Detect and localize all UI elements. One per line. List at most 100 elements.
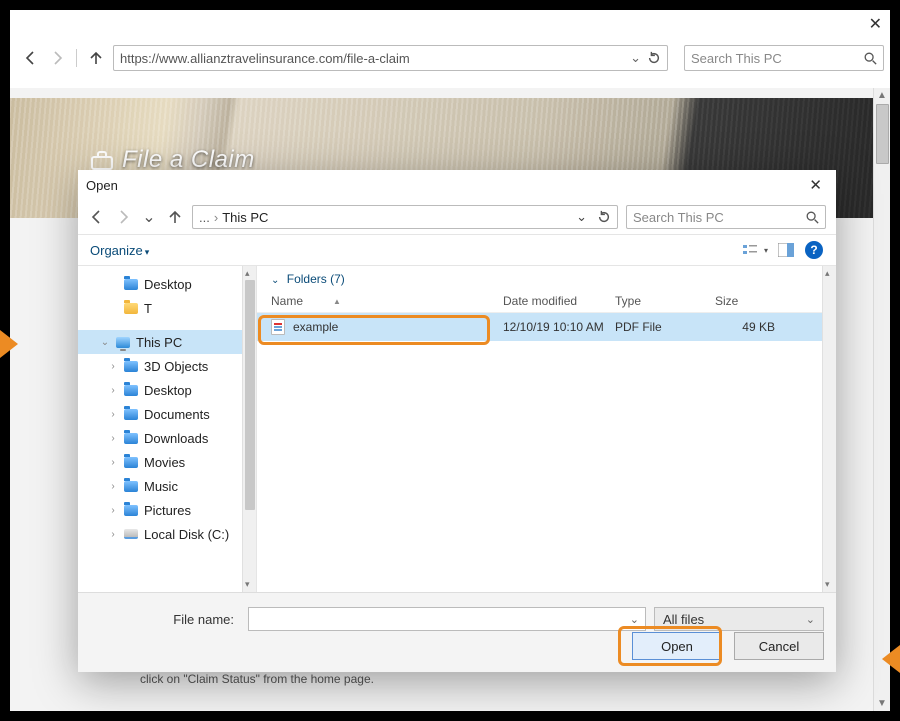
dialog-search-placeholder: Search This PC (633, 210, 805, 225)
tree-item-label: This PC (136, 335, 182, 350)
file-name-input[interactable]: ⌄ (248, 607, 646, 631)
preview-pane-button[interactable] (776, 241, 796, 259)
scroll-up-icon[interactable]: ▲ (877, 90, 887, 101)
chevron-down-icon[interactable]: ▾ (764, 246, 768, 255)
browser-close-button[interactable]: ✕ (869, 14, 882, 34)
callout-arrow-left-icon (0, 330, 18, 358)
file-type-select[interactable]: All files ⌄ (654, 607, 824, 631)
open-button[interactable]: Open (632, 632, 722, 660)
dialog-back-button[interactable] (88, 208, 106, 226)
breadcrumb-crumb[interactable]: This PC (222, 210, 268, 225)
tree-item-label: Desktop (144, 277, 192, 292)
file-icon (271, 319, 285, 335)
folder-blue-icon (124, 433, 138, 444)
chevron-right-icon[interactable]: › (108, 529, 118, 540)
reload-icon[interactable] (597, 210, 611, 224)
reload-icon[interactable] (647, 51, 661, 65)
search-icon (863, 51, 877, 65)
tree-scrollbar[interactable]: ▴▾ (242, 266, 256, 592)
chevron-down-icon: ⌄ (806, 613, 815, 626)
dialog-search-input[interactable]: Search This PC (626, 205, 826, 229)
file-date: 12/10/19 10:10 AM (503, 320, 615, 334)
tree-item[interactable]: ›Pictures (78, 498, 256, 522)
chevron-down-icon[interactable]: ⌄ (630, 613, 639, 626)
folder-tree[interactable]: DesktopT⌄This PC›3D Objects›Desktop›Docu… (78, 266, 256, 592)
file-row[interactable]: example12/10/19 10:10 AMPDF File49 KB (257, 313, 836, 341)
folder-blue-icon (124, 409, 138, 420)
browser-search-placeholder: Search This PC (691, 51, 863, 66)
browser-search-input[interactable]: Search This PC (684, 45, 884, 71)
dialog-title: Open (86, 178, 118, 193)
view-options-button[interactable] (742, 241, 762, 259)
file-type-label: All files (663, 612, 704, 627)
tree-item-label: Desktop (144, 383, 192, 398)
chevron-down-icon[interactable]: ⌄ (576, 209, 587, 225)
tree-item-label: Local Disk (C:) (144, 527, 229, 542)
column-type[interactable]: Type (615, 294, 715, 308)
column-size[interactable]: Size (715, 294, 795, 308)
column-date[interactable]: Date modified (503, 294, 615, 308)
chevron-right-icon[interactable]: › (108, 505, 118, 516)
chevron-right-icon[interactable]: › (108, 409, 118, 420)
tree-item[interactable]: T (78, 296, 256, 320)
dialog-close-button[interactable]: ✕ (803, 174, 828, 196)
scroll-up-icon[interactable]: ▴ (825, 268, 830, 279)
tree-item-label: Music (144, 479, 178, 494)
folder-icon (124, 303, 138, 314)
tree-item-label: Downloads (144, 431, 208, 446)
folder-blue-icon (124, 505, 138, 516)
breadcrumb-dots[interactable]: ... (199, 210, 210, 225)
browser-up-button[interactable] (87, 49, 105, 67)
suitcase-icon (90, 151, 112, 169)
cancel-button[interactable]: Cancel (734, 632, 824, 660)
tree-item-label: Movies (144, 455, 185, 470)
help-button[interactable]: ? (804, 241, 824, 259)
chevron-right-icon[interactable]: › (108, 481, 118, 492)
scroll-thumb[interactable] (245, 280, 255, 510)
footer-hint-text: click on "Claim Status" from the home pa… (140, 672, 374, 686)
browser-back-button[interactable] (22, 49, 40, 67)
tree-item[interactable]: Desktop (78, 272, 256, 296)
scroll-down-icon[interactable]: ▾ (825, 579, 830, 590)
scroll-down-icon[interactable]: ▾ (245, 579, 250, 590)
url-bar[interactable]: https://www.allianztravelinsurance.com/f… (113, 45, 668, 71)
folder-blue-icon (124, 385, 138, 396)
dialog-up-button[interactable] (166, 208, 184, 226)
breadcrumb[interactable]: ... › This PC ⌄ (192, 205, 618, 229)
chevron-right-icon: › (214, 210, 218, 225)
chevron-right-icon[interactable]: › (108, 361, 118, 372)
page-scrollbar[interactable]: ▲ ▼ (873, 88, 890, 711)
tree-item[interactable]: › Desktop (78, 378, 256, 402)
scroll-down-icon[interactable]: ▼ (877, 698, 887, 709)
sort-asc-icon: ▲ (333, 297, 341, 306)
organize-menu[interactable]: Organize▾ (90, 243, 149, 258)
tree-item[interactable]: ›3D Objects (78, 354, 256, 378)
file-size: 49 KB (715, 320, 795, 334)
chevron-right-icon[interactable]: › (108, 433, 118, 444)
separator (76, 49, 77, 67)
tree-item[interactable]: › Movies (78, 450, 256, 474)
chevron-down-icon[interactable]: ⌄ (630, 50, 641, 66)
tree-item-label: T (144, 301, 152, 316)
scroll-up-icon[interactable]: ▴ (245, 268, 250, 279)
browser-forward-button[interactable] (48, 49, 66, 67)
dialog-history-button[interactable]: ⌄ (140, 208, 158, 226)
chevron-down-icon[interactable]: ⌄ (100, 337, 110, 348)
tree-item[interactable]: ⌄ This PC (78, 330, 256, 354)
column-headers[interactable]: Name ▲ Date modified Type Size (257, 290, 836, 313)
scroll-thumb[interactable] (876, 104, 889, 164)
group-header[interactable]: ⌄ Folders (7) (257, 266, 836, 290)
tree-item[interactable]: ›Documents (78, 402, 256, 426)
tree-item[interactable]: › Music (78, 474, 256, 498)
file-name-label: File name: (90, 612, 240, 627)
chevron-right-icon[interactable]: › (108, 385, 118, 396)
file-list-scrollbar[interactable]: ▴ ▾ (822, 266, 836, 592)
dialog-forward-button[interactable] (114, 208, 132, 226)
disk-icon (124, 529, 138, 539)
folder-blue-icon (124, 481, 138, 492)
tree-item[interactable]: › Downloads (78, 426, 256, 450)
tree-item[interactable]: › Local Disk (C:) (78, 522, 256, 546)
column-name[interactable]: Name (271, 294, 303, 308)
chevron-right-icon[interactable]: › (108, 457, 118, 468)
file-list[interactable]: ⌄ Folders (7) Name ▲ Date modified Type S… (256, 266, 836, 592)
